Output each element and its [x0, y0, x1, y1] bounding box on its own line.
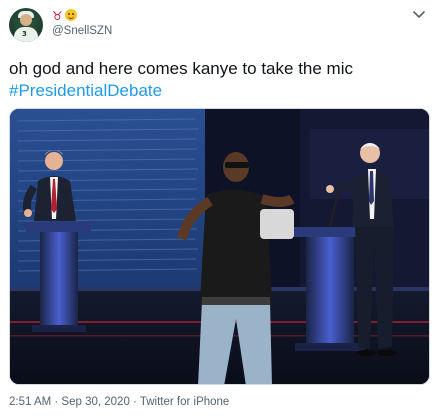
avatar[interactable]: 3 — [9, 8, 43, 42]
tweet-text: oh god and here comes kanye to take the … — [9, 58, 429, 102]
tweet-body: oh god and here comes kanye to take the … — [9, 59, 353, 78]
tweet-timestamp[interactable]: 2:51 AM · Sep 30, 2020 · Twitter for iPh… — [9, 396, 229, 408]
hashtag-link[interactable]: #PresidentialDebate — [9, 80, 429, 102]
bull-emoji-icon: ♉ — [52, 9, 65, 23]
tweet-media-image[interactable] — [9, 108, 430, 385]
user-handle[interactable]: @SnellSZN — [52, 25, 112, 37]
chevron-down-icon[interactable] — [412, 10, 426, 20]
tweet: 3 ♉ @SnellSZN oh god and here comes kany… — [0, 0, 439, 420]
smiling-face-emoji-icon — [64, 9, 77, 21]
display-name-emojis[interactable]: ♉ — [52, 9, 77, 23]
debate-meme-image — [10, 109, 429, 384]
